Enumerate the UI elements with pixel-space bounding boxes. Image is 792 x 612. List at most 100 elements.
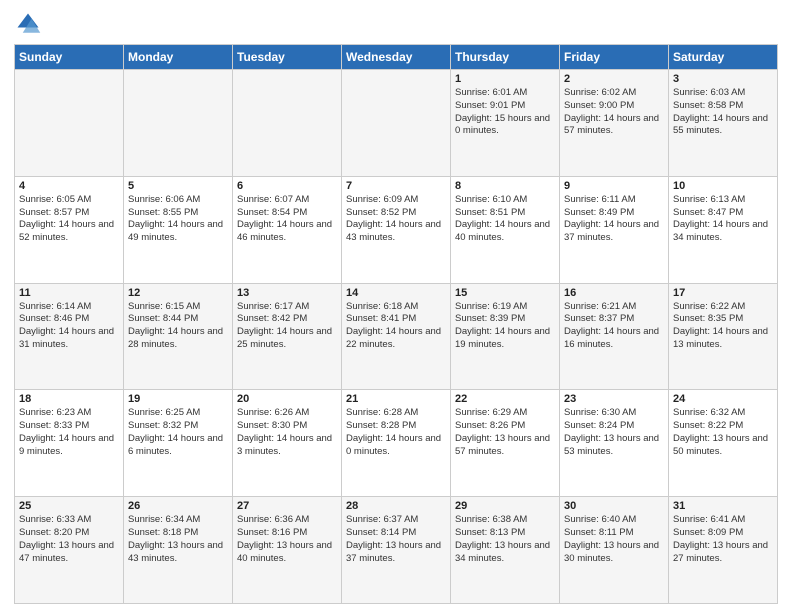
day-info: Sunrise: 6:34 AM Sunset: 8:18 PM Dayligh… xyxy=(128,514,228,565)
page: SundayMondayTuesdayWednesdayThursdayFrid… xyxy=(0,0,792,612)
weekday-row: SundayMondayTuesdayWednesdayThursdayFrid… xyxy=(15,45,778,70)
day-info: Sunrise: 6:38 AM Sunset: 8:13 PM Dayligh… xyxy=(455,514,555,565)
calendar-cell: 7Sunrise: 6:09 AM Sunset: 8:52 PM Daylig… xyxy=(342,176,451,283)
weekday-header: Sunday xyxy=(15,45,124,70)
day-info: Sunrise: 6:23 AM Sunset: 8:33 PM Dayligh… xyxy=(19,407,119,458)
calendar-week-row: 1 Sunrise: 6:01 AM Sunset: 9:01 PM Daylig… xyxy=(15,70,778,177)
day-info: Sunrise: 6:11 AM Sunset: 8:49 PM Dayligh… xyxy=(564,194,664,245)
calendar: SundayMondayTuesdayWednesdayThursdayFrid… xyxy=(14,44,778,604)
calendar-cell: 23 Sunrise: 6:30 AM Sunset: 8:24 PM Dayli… xyxy=(560,390,669,497)
day-info: Sunrise: 6:06 AM Sunset: 8:55 PM Dayligh… xyxy=(128,194,228,245)
calendar-week-row: 4Sunrise: 6:05 AM Sunset: 8:57 PM Daylig… xyxy=(15,176,778,283)
calendar-week-row: 11 Sunrise: 6:14 AM Sunset: 8:46 PM Dayli… xyxy=(15,283,778,390)
calendar-cell: 15 Sunrise: 6:19 AM Sunset: 8:39 PM Dayli… xyxy=(451,283,560,390)
day-info: Sunrise: 6:40 AM Sunset: 8:11 PM Dayligh… xyxy=(564,514,664,565)
logo xyxy=(14,10,46,38)
header xyxy=(14,10,778,38)
day-number: 12 xyxy=(128,287,228,299)
day-info: Sunrise: 6:10 AM Sunset: 8:51 PM Dayligh… xyxy=(455,194,555,245)
calendar-cell: 10 Sunrise: 6:13 AM Sunset: 8:47 PM Dayli… xyxy=(669,176,778,283)
calendar-week-row: 25 Sunrise: 6:33 AM Sunset: 8:20 PM Dayli… xyxy=(15,497,778,604)
calendar-cell: 25 Sunrise: 6:33 AM Sunset: 8:20 PM Dayli… xyxy=(15,497,124,604)
day-info: Sunrise: 6:13 AM Sunset: 8:47 PM Dayligh… xyxy=(673,194,773,245)
weekday-header: Saturday xyxy=(669,45,778,70)
calendar-cell: 3Sunrise: 6:03 AM Sunset: 8:58 PM Daylig… xyxy=(669,70,778,177)
day-number: 14 xyxy=(346,287,446,299)
calendar-cell: 12 Sunrise: 6:15 AM Sunset: 8:44 PM Dayli… xyxy=(124,283,233,390)
day-number: 2 xyxy=(564,73,664,85)
calendar-cell: 24 Sunrise: 6:32 AM Sunset: 8:22 PM Dayli… xyxy=(669,390,778,497)
day-info: Sunrise: 6:37 AM Sunset: 8:14 PM Dayligh… xyxy=(346,514,446,565)
calendar-cell: 16Sunrise: 6:21 AM Sunset: 8:37 PM Dayli… xyxy=(560,283,669,390)
day-info: Sunrise: 6:18 AM Sunset: 8:41 PM Dayligh… xyxy=(346,301,446,352)
calendar-cell: 4Sunrise: 6:05 AM Sunset: 8:57 PM Daylig… xyxy=(15,176,124,283)
day-number: 18 xyxy=(19,393,119,405)
day-info: Sunrise: 6:36 AM Sunset: 8:16 PM Dayligh… xyxy=(237,514,337,565)
calendar-cell xyxy=(342,70,451,177)
day-number: 26 xyxy=(128,500,228,512)
weekday-header: Thursday xyxy=(451,45,560,70)
calendar-cell xyxy=(15,70,124,177)
day-number: 11 xyxy=(19,287,119,299)
calendar-cell: 30Sunrise: 6:40 AM Sunset: 8:11 PM Dayli… xyxy=(560,497,669,604)
day-info: Sunrise: 6:07 AM Sunset: 8:54 PM Dayligh… xyxy=(237,194,337,245)
day-info: Sunrise: 6:14 AM Sunset: 8:46 PM Dayligh… xyxy=(19,301,119,352)
calendar-cell xyxy=(233,70,342,177)
calendar-cell: 27Sunrise: 6:36 AM Sunset: 8:16 PM Dayli… xyxy=(233,497,342,604)
calendar-week-row: 18 Sunrise: 6:23 AM Sunset: 8:33 PM Dayli… xyxy=(15,390,778,497)
day-number: 17 xyxy=(673,287,773,299)
calendar-cell: 29 Sunrise: 6:38 AM Sunset: 8:13 PM Dayli… xyxy=(451,497,560,604)
day-number: 22 xyxy=(455,393,555,405)
day-number: 16 xyxy=(564,287,664,299)
day-info: Sunrise: 6:15 AM Sunset: 8:44 PM Dayligh… xyxy=(128,301,228,352)
day-info: Sunrise: 6:22 AM Sunset: 8:35 PM Dayligh… xyxy=(673,301,773,352)
calendar-cell xyxy=(124,70,233,177)
day-number: 4 xyxy=(19,180,119,192)
calendar-cell: 19Sunrise: 6:25 AM Sunset: 8:32 PM Dayli… xyxy=(124,390,233,497)
day-number: 23 xyxy=(564,393,664,405)
day-number: 24 xyxy=(673,393,773,405)
day-info: Sunrise: 6:32 AM Sunset: 8:22 PM Dayligh… xyxy=(673,407,773,458)
day-info: Sunrise: 6:01 AM Sunset: 9:01 PM Dayligh… xyxy=(455,87,555,138)
day-info: Sunrise: 6:41 AM Sunset: 8:09 PM Dayligh… xyxy=(673,514,773,565)
calendar-cell: 18 Sunrise: 6:23 AM Sunset: 8:33 PM Dayli… xyxy=(15,390,124,497)
day-info: Sunrise: 6:33 AM Sunset: 8:20 PM Dayligh… xyxy=(19,514,119,565)
day-info: Sunrise: 6:26 AM Sunset: 8:30 PM Dayligh… xyxy=(237,407,337,458)
weekday-header: Friday xyxy=(560,45,669,70)
day-info: Sunrise: 6:03 AM Sunset: 8:58 PM Dayligh… xyxy=(673,87,773,138)
day-number: 13 xyxy=(237,287,337,299)
day-number: 20 xyxy=(237,393,337,405)
calendar-cell: 17 Sunrise: 6:22 AM Sunset: 8:35 PM Dayli… xyxy=(669,283,778,390)
day-info: Sunrise: 6:29 AM Sunset: 8:26 PM Dayligh… xyxy=(455,407,555,458)
day-number: 15 xyxy=(455,287,555,299)
logo-icon xyxy=(14,10,42,38)
day-number: 5 xyxy=(128,180,228,192)
calendar-cell: 9 Sunrise: 6:11 AM Sunset: 8:49 PM Daylig… xyxy=(560,176,669,283)
calendar-cell: 2 Sunrise: 6:02 AM Sunset: 9:00 PM Daylig… xyxy=(560,70,669,177)
day-number: 6 xyxy=(237,180,337,192)
day-number: 28 xyxy=(346,500,446,512)
day-info: Sunrise: 6:17 AM Sunset: 8:42 PM Dayligh… xyxy=(237,301,337,352)
day-number: 8 xyxy=(455,180,555,192)
calendar-cell: 28 Sunrise: 6:37 AM Sunset: 8:14 PM Dayli… xyxy=(342,497,451,604)
day-number: 9 xyxy=(564,180,664,192)
weekday-header: Tuesday xyxy=(233,45,342,70)
weekday-header: Wednesday xyxy=(342,45,451,70)
day-number: 29 xyxy=(455,500,555,512)
day-info: Sunrise: 6:02 AM Sunset: 9:00 PM Dayligh… xyxy=(564,87,664,138)
calendar-cell: 22 Sunrise: 6:29 AM Sunset: 8:26 PM Dayli… xyxy=(451,390,560,497)
day-info: Sunrise: 6:19 AM Sunset: 8:39 PM Dayligh… xyxy=(455,301,555,352)
day-number: 7 xyxy=(346,180,446,192)
calendar-cell: 26 Sunrise: 6:34 AM Sunset: 8:18 PM Dayli… xyxy=(124,497,233,604)
calendar-cell: 13 Sunrise: 6:17 AM Sunset: 8:42 PM Dayli… xyxy=(233,283,342,390)
day-info: Sunrise: 6:30 AM Sunset: 8:24 PM Dayligh… xyxy=(564,407,664,458)
calendar-cell: 1 Sunrise: 6:01 AM Sunset: 9:01 PM Daylig… xyxy=(451,70,560,177)
day-number: 31 xyxy=(673,500,773,512)
day-number: 25 xyxy=(19,500,119,512)
calendar-cell: 14 Sunrise: 6:18 AM Sunset: 8:41 PM Dayli… xyxy=(342,283,451,390)
day-number: 1 xyxy=(455,73,555,85)
calendar-cell: 31 Sunrise: 6:41 AM Sunset: 8:09 PM Dayli… xyxy=(669,497,778,604)
calendar-cell: 20 Sunrise: 6:26 AM Sunset: 8:30 PM Dayli… xyxy=(233,390,342,497)
calendar-table: SundayMondayTuesdayWednesdayThursdayFrid… xyxy=(14,44,778,604)
day-number: 10 xyxy=(673,180,773,192)
